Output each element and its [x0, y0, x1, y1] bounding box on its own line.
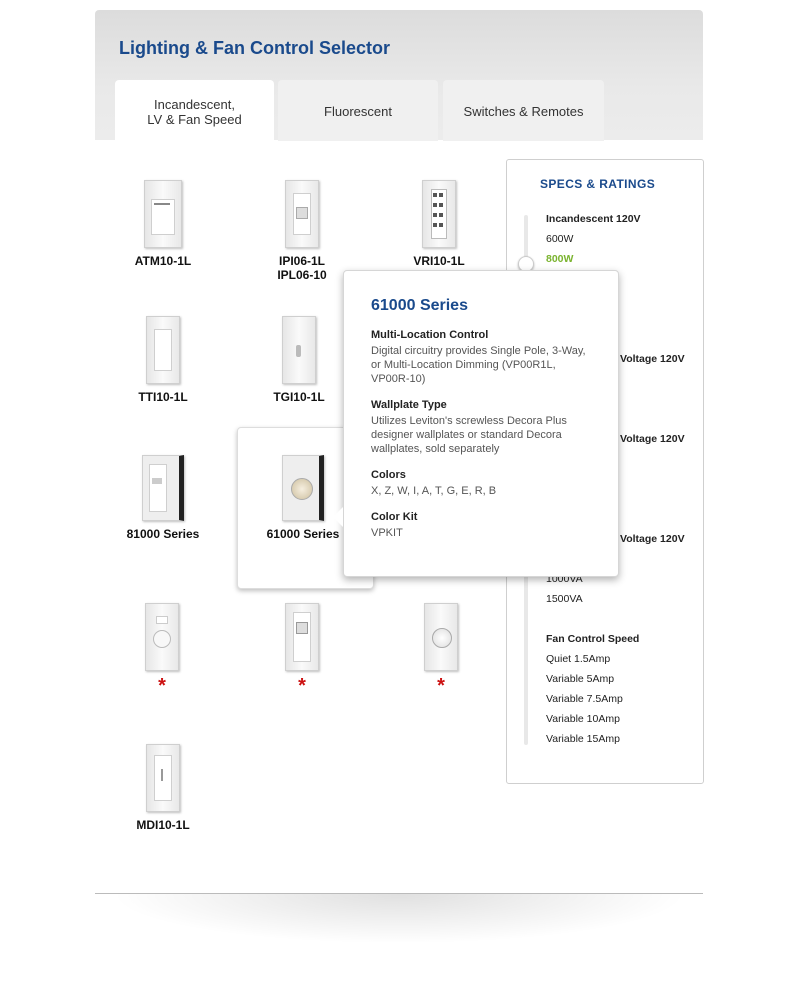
product-label: IPI06-1L IPL06-10	[277, 254, 327, 282]
popup-heading: Colors	[371, 469, 406, 481]
spec-item-quiet-1-5amp[interactable]: Quiet 1.5Amp	[546, 653, 610, 665]
product-61000-series[interactable]: 61000 Series	[253, 455, 353, 541]
tab-incandescent[interactable]: Incandescent, LV & Fan Speed	[115, 80, 274, 142]
product-marker: *	[437, 675, 445, 697]
product-unnamed-1[interactable]: *	[112, 603, 212, 697]
product-image	[142, 455, 184, 521]
popup-pointer	[333, 507, 343, 527]
product-image	[282, 316, 316, 384]
spec-item-1500va[interactable]: 1500VA	[546, 593, 583, 605]
tab-fluorescent[interactable]: Fluorescent	[278, 80, 438, 141]
product-vri10-1l[interactable]: VRI10-1L	[389, 180, 489, 268]
product-label: TTI10-1L	[138, 390, 188, 404]
product-tti10-1l[interactable]: TTI10-1L	[113, 316, 213, 404]
product-label: ATM10-1L	[134, 254, 192, 268]
spec-item-variable-5amp[interactable]: Variable 5Amp	[546, 673, 614, 685]
footer-shadow	[110, 894, 688, 944]
product-image	[285, 180, 319, 248]
spec-heading-voltage-3: Voltage 120V	[620, 533, 685, 545]
product-marker: *	[298, 675, 306, 697]
popup-heading: Wallplate Type	[371, 399, 447, 411]
page-title: Lighting & Fan Control Selector	[119, 38, 390, 58]
popup-title: 61000 Series	[371, 297, 468, 314]
product-image	[145, 603, 179, 671]
tab-switches-remotes[interactable]: Switches & Remotes	[443, 80, 604, 141]
spec-item-800w[interactable]: 800W	[546, 253, 573, 265]
product-ipi06-1l[interactable]: IPI06-1L IPL06-10	[252, 180, 352, 282]
product-image	[146, 316, 180, 384]
spec-item-variable-10amp[interactable]: Variable 10Amp	[546, 713, 620, 725]
product-image	[424, 603, 458, 671]
product-image	[146, 744, 180, 812]
product-mdi10-1l[interactable]: MDI10-1L	[113, 744, 213, 832]
spec-item-variable-7-5amp[interactable]: Variable 7.5Amp	[546, 693, 623, 705]
spec-item-600w[interactable]: 600W	[546, 233, 573, 245]
tab-label: Incandescent, LV & Fan Speed	[147, 97, 242, 127]
spec-item-variable-15amp[interactable]: Variable 15Amp	[546, 733, 620, 745]
specs-title: SPECS & RATINGS	[540, 177, 656, 191]
tab-label: Switches & Remotes	[463, 104, 584, 119]
popup-text: Digital circuitry provides Single Pole, …	[371, 345, 586, 385]
popup-heading: Multi-Location Control	[371, 329, 489, 341]
product-unnamed-3[interactable]: *	[391, 603, 491, 697]
popup-text: Utilizes Leviton's screwless Decora Plus…	[371, 415, 567, 455]
product-image	[285, 603, 319, 671]
tab-label: Fluorescent	[324, 104, 392, 119]
product-tgi10-1l[interactable]: TGI10-1L	[249, 316, 349, 404]
spec-heading-voltage-1: Voltage 120V	[620, 353, 685, 365]
popup-heading: Color Kit	[371, 511, 418, 523]
product-label: TGI10-1L	[273, 390, 325, 404]
spec-heading-incandescent: Incandescent 120V	[546, 213, 641, 225]
product-label: 61000 Series	[266, 527, 340, 541]
product-label: 81000 Series	[126, 527, 200, 541]
product-unnamed-2[interactable]: *	[252, 603, 352, 697]
spec-heading-voltage-2: Voltage 120V	[620, 433, 685, 445]
popup-text: VPKIT	[371, 527, 403, 539]
product-label: MDI10-1L	[136, 818, 190, 832]
product-marker: *	[158, 675, 166, 697]
product-81000-series[interactable]: 81000 Series	[113, 455, 213, 541]
product-image	[144, 180, 182, 248]
product-label: VRI10-1L	[413, 254, 465, 268]
spec-heading-fan: Fan Control Speed	[546, 633, 640, 645]
product-image	[422, 180, 456, 248]
product-image	[282, 455, 324, 521]
product-atm10-1l[interactable]: ATM10-1L	[113, 180, 213, 268]
popup-text: X, Z, W, I, A, T, G, E, R, B	[371, 485, 497, 497]
